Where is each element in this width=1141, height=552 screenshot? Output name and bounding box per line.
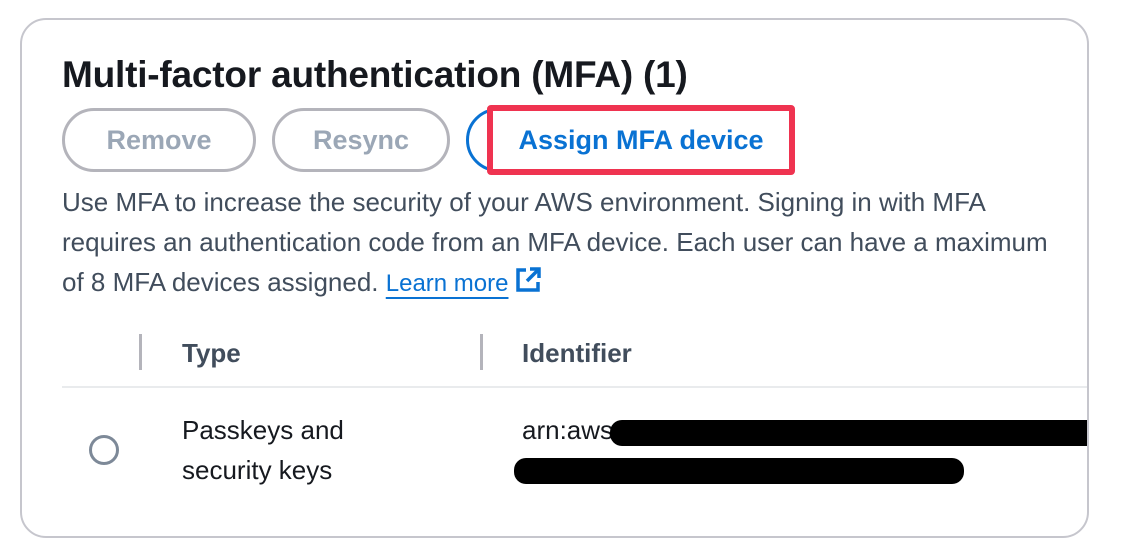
remove-button[interactable]: Remove: [62, 108, 256, 172]
resync-button[interactable]: Resync: [272, 108, 450, 172]
row-select-radio[interactable]: [89, 435, 119, 465]
column-header-type[interactable]: Type: [182, 338, 241, 369]
external-link-icon[interactable]: [514, 266, 542, 294]
identifier-prefix: arn:aws: [522, 415, 614, 445]
assign-mfa-button-label[interactable]: Assign MFA device: [493, 111, 789, 169]
column-header-identifier[interactable]: Identifier: [522, 338, 632, 369]
column-divider[interactable]: [480, 334, 483, 370]
cell-type-line1: Passkeys and: [182, 415, 344, 445]
description-text: Use MFA to increase the security of your…: [62, 187, 1048, 297]
panel-title: Multi-factor authentication (MFA) (1): [62, 54, 688, 95]
learn-more-link[interactable]: Learn more: [386, 270, 509, 297]
redaction-bar: [514, 458, 964, 484]
description: Use MFA to increase the security of your…: [62, 182, 1062, 304]
cell-type-line2: security keys: [182, 455, 333, 485]
cell-type: Passkeys and security keys: [182, 410, 344, 490]
cell-identifier: arn:aws: [522, 410, 613, 450]
mfa-panel: Multi-factor authentication (MFA) (1) Re…: [20, 18, 1089, 538]
table-header-divider: [62, 386, 1087, 388]
column-divider[interactable]: [139, 334, 142, 370]
redaction-bar: [610, 420, 1087, 446]
